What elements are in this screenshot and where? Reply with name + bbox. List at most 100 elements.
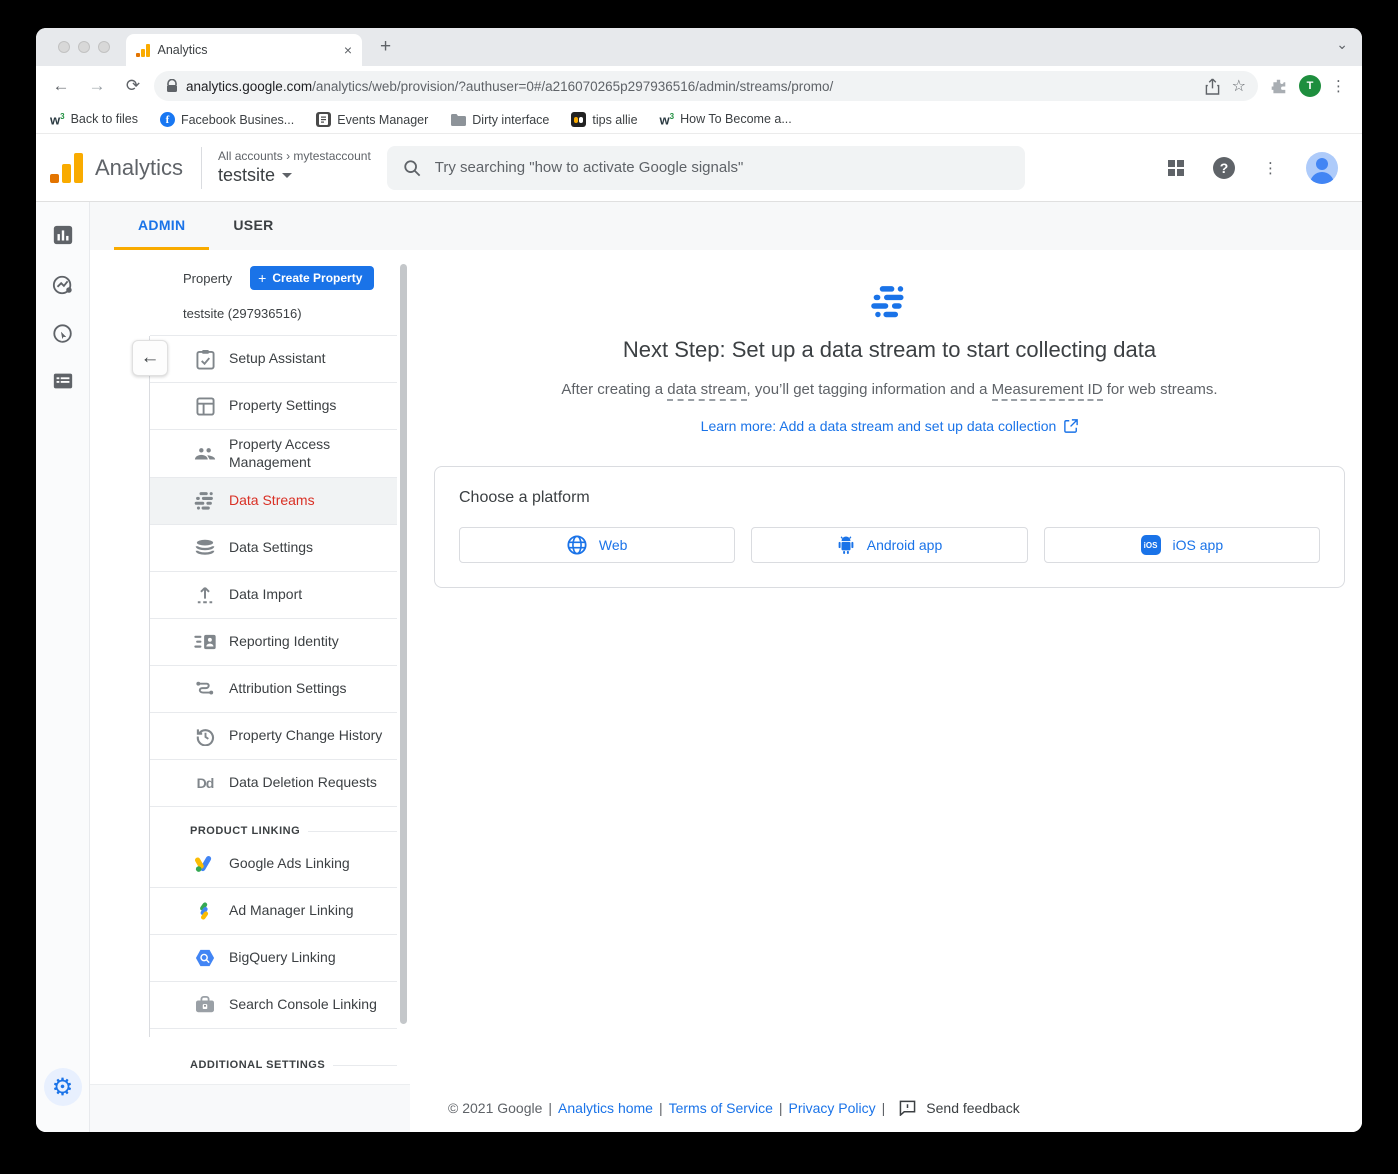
choose-platform-card: Choose a platform Web Android app (434, 466, 1345, 588)
platform-android-button[interactable]: Android app (751, 527, 1027, 563)
admin-gear-button[interactable]: ⚙ (44, 1068, 82, 1106)
bookmark-tips-allie[interactable]: tips allie (571, 112, 637, 127)
w3-icon: w3 (50, 112, 65, 127)
selected-property-id[interactable]: testsite (297936516) (150, 306, 397, 336)
explore-icon[interactable] (52, 274, 74, 296)
analytics-logo-icon[interactable] (50, 153, 83, 183)
terms-of-service-link[interactable]: Terms of Service (669, 1100, 773, 1116)
tab-admin[interactable]: ADMIN (114, 217, 209, 250)
new-tab-button[interactable]: + (380, 36, 391, 58)
url-bar[interactable]: analytics.google.com/analytics/web/provi… (154, 71, 1258, 101)
choose-platform-title: Choose a platform (459, 489, 1320, 507)
sidebar-item-data-deletion-requests[interactable]: Dd Data Deletion Requests (150, 760, 397, 807)
browser-window: Analytics × + ⌄ ← → ⟳ analytics.google.c… (36, 28, 1362, 1132)
analytics-favicon-icon (136, 44, 150, 57)
analytics-brand: Analytics (95, 155, 183, 181)
minimize-window-button[interactable] (78, 41, 90, 53)
tab-user[interactable]: USER (209, 217, 297, 250)
user-avatar[interactable] (1306, 152, 1338, 184)
main-content: Next Step: Set up a data stream to start… (410, 250, 1362, 1132)
sidebar-item-attribution-settings[interactable]: Attribution Settings (150, 666, 397, 713)
web-icon (567, 535, 587, 555)
platform-ios-button[interactable]: iOS iOS app (1044, 527, 1320, 563)
settings-menu-icon[interactable]: ⋮ (1263, 159, 1278, 177)
tips-allie-icon (571, 112, 586, 127)
sidebar-item-property-settings[interactable]: Property Settings (150, 383, 397, 430)
w3-icon: w3 (660, 112, 675, 127)
feedback-icon (899, 1100, 916, 1116)
sidebar-item-search-console-linking[interactable]: Search Console Linking (150, 982, 397, 1029)
share-icon[interactable] (1205, 78, 1220, 95)
sidebar-item-bigquery-linking[interactable]: BigQuery Linking (150, 935, 397, 982)
setup-assistant-icon (194, 349, 216, 370)
copyright: © 2021 Google (448, 1100, 542, 1116)
folder-icon (450, 113, 466, 126)
extensions-puzzle-icon[interactable] (1270, 78, 1287, 95)
browser-profile-avatar[interactable]: T (1299, 75, 1321, 97)
property-settings-icon (194, 397, 216, 416)
google-ads-icon (194, 855, 216, 873)
dd-icon: Dd (194, 775, 216, 791)
privacy-policy-link[interactable]: Privacy Policy (789, 1100, 876, 1116)
collapse-sidebar-button[interactable]: ← (132, 340, 168, 376)
send-feedback-link[interactable]: Send feedback (926, 1100, 1019, 1116)
page-description: After creating a data stream, you’ll get… (434, 381, 1345, 398)
sidebar-scrollbar[interactable] (400, 264, 407, 1024)
bookmark-how-to-become[interactable]: w3How To Become a... (660, 112, 792, 127)
sidebar-item-ad-manager-linking[interactable]: Ad Manager Linking (150, 888, 397, 935)
reload-button[interactable]: ⟳ (122, 76, 144, 96)
browser-tab-analytics[interactable]: Analytics × (126, 34, 362, 66)
tab-strip: Analytics × + ⌄ (36, 28, 1362, 66)
bookmarks-bar: w3Back to files fFacebook Busines... Eve… (36, 106, 1362, 134)
bookmark-dirty-interface[interactable]: Dirty interface (450, 113, 549, 127)
sidebar-item-property-change-history[interactable]: Property Change History (150, 713, 397, 760)
bookmark-facebook-business[interactable]: fFacebook Busines... (160, 112, 294, 127)
facebook-icon: f (160, 112, 175, 127)
back-button[interactable]: ← (50, 76, 72, 96)
close-tab-icon[interactable]: × (344, 42, 352, 58)
upload-icon (194, 585, 216, 605)
people-icon (194, 446, 216, 462)
sidebar-item-setup-assistant[interactable]: Setup Assistant (150, 336, 397, 383)
external-link-icon (1064, 419, 1078, 433)
configure-icon[interactable] (52, 370, 74, 392)
search-icon (403, 159, 421, 177)
bookmark-events-manager[interactable]: Events Manager (316, 112, 428, 127)
breadcrumb[interactable]: All accounts › mytestaccount (218, 149, 371, 163)
analytics-header: Analytics All accounts › mytestaccount t… (36, 134, 1362, 202)
identity-icon (194, 634, 216, 650)
property-column-label: Property (183, 271, 232, 286)
window-controls[interactable] (58, 41, 110, 53)
sidebar-item-data-streams[interactable]: Data Streams (150, 478, 397, 525)
property-selector[interactable]: testsite (218, 165, 371, 186)
sidebar-item-data-settings[interactable]: Data Settings (150, 525, 397, 572)
ios-icon: iOS (1141, 535, 1161, 555)
help-icon[interactable]: ? (1213, 157, 1235, 179)
bookmark-star-icon[interactable]: ☆ (1232, 76, 1246, 96)
sidebar-item-google-ads-linking[interactable]: Google Ads Linking (150, 841, 397, 888)
forward-button[interactable]: → (86, 76, 108, 96)
sidebar-item-reporting-identity[interactable]: Reporting Identity (150, 619, 397, 666)
bookmark-back-to-files[interactable]: w3Back to files (50, 112, 138, 127)
search-placeholder: Try searching "how to activate Google si… (435, 159, 744, 176)
apps-grid-icon[interactable] (1167, 159, 1185, 177)
learn-more-link[interactable]: Learn more: Add a data stream and set up… (701, 418, 1079, 434)
chevron-down-icon (282, 173, 292, 178)
reports-icon[interactable] (52, 224, 74, 246)
advertising-icon[interactable] (52, 323, 74, 345)
create-property-button[interactable]: +Create Property (250, 266, 374, 290)
close-window-button[interactable] (58, 41, 70, 53)
events-manager-icon (316, 112, 331, 127)
tab-search-chevron-icon[interactable]: ⌄ (1336, 36, 1348, 53)
search-console-icon (194, 996, 216, 1014)
zoom-window-button[interactable] (98, 41, 110, 53)
sidebar-item-data-import[interactable]: Data Import (150, 572, 397, 619)
data-streams-hero-icon (870, 286, 909, 318)
search-input[interactable]: Try searching "how to activate Google si… (387, 146, 1025, 190)
sidebar-item-property-access-management[interactable]: Property Access Management (150, 430, 397, 478)
platform-web-button[interactable]: Web (459, 527, 735, 563)
analytics-home-link[interactable]: Analytics home (558, 1100, 653, 1116)
header-divider (201, 147, 202, 189)
browser-menu-icon[interactable]: ⋮ (1331, 77, 1346, 95)
database-icon (194, 539, 216, 557)
